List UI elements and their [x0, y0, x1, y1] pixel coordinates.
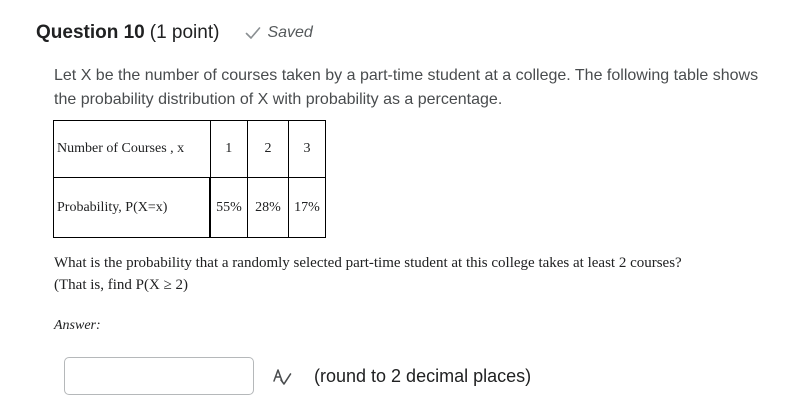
question-prompt-line2: (That is, find P(X ≥ 2)	[54, 277, 189, 293]
spellcheck-icon[interactable]	[272, 367, 292, 387]
table-row-probability: Probability, P(X=x) 55% 28% 17%	[53, 177, 326, 238]
question-intro: Let X be the number of courses taken by …	[54, 67, 759, 108]
saved-label: Saved	[267, 24, 313, 41]
probability-distribution-table: Number of Courses , x 1 2 3 Probability,…	[53, 120, 326, 238]
x-value-2: 2	[247, 120, 289, 178]
table-row-x: Number of Courses , x 1 2 3	[53, 120, 326, 178]
question-title: Question 10	[36, 22, 145, 43]
x-value-1: 1	[209, 120, 248, 178]
probability-value-3: 17%	[288, 177, 326, 238]
row-label-probability: Probability, P(X=x)	[53, 177, 211, 238]
rounding-hint: (round to 2 decimal places)	[314, 366, 532, 386]
answer-input[interactable]	[64, 357, 254, 395]
question-prompt-line1: What is the probability that a randomly …	[54, 255, 682, 271]
question-header: Question 10 (1 point) Saved	[36, 20, 313, 46]
checkmark-icon	[246, 27, 261, 39]
answer-label: Answer:	[54, 318, 101, 333]
probability-value-2: 28%	[247, 177, 289, 238]
x-value-3: 3	[288, 120, 326, 178]
question-points: (1 point)	[149, 22, 220, 43]
question-prompt: What is the probability that a randomly …	[54, 252, 774, 296]
row-label-courses: Number of Courses , x	[53, 120, 211, 178]
probability-value-1: 55%	[209, 177, 248, 238]
saved-status: Saved	[245, 24, 313, 42]
